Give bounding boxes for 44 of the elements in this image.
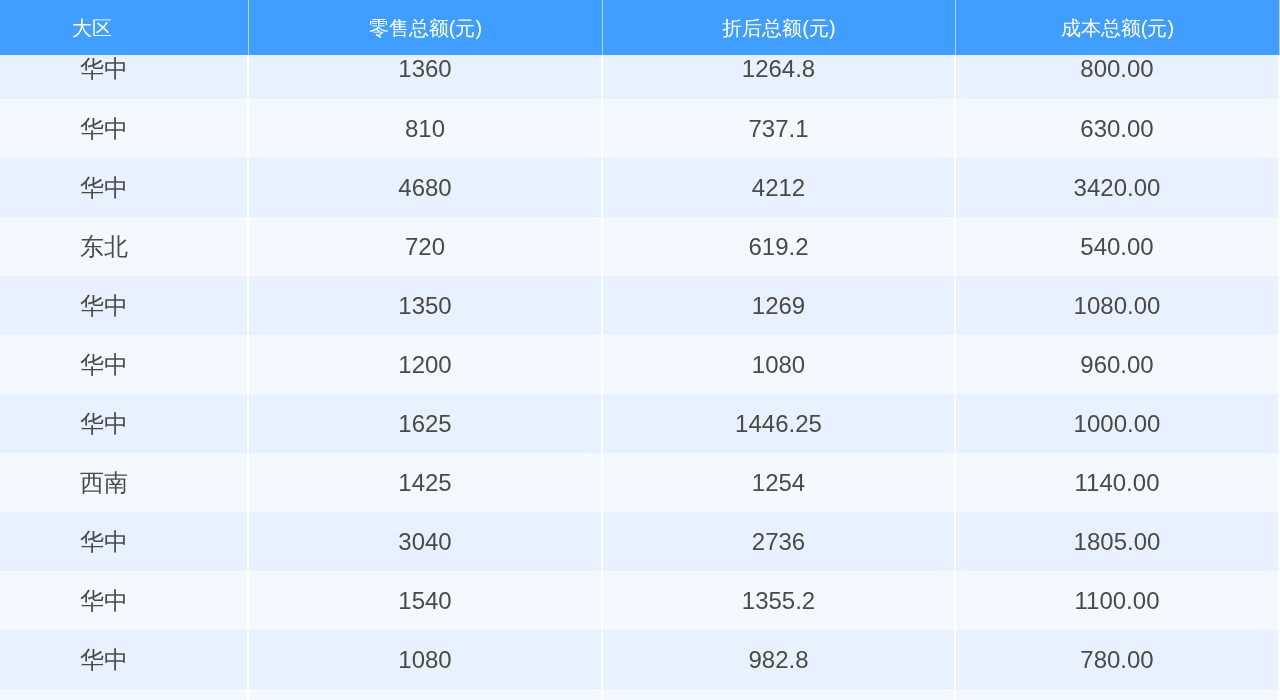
table-cell: 1805.00 <box>1073 527 1161 556</box>
table-cell: 1264.8 <box>741 55 816 83</box>
table-cell: 1446.25 <box>735 409 822 438</box>
table-cell: 2736 <box>751 527 806 556</box>
table-cell: 982.8 <box>748 645 809 674</box>
table-cell: 3420.00 <box>1073 173 1161 202</box>
table-cell: 800.00 <box>1080 55 1154 83</box>
table-cell: 华中 <box>80 173 128 202</box>
table-cell: 华中 <box>80 527 128 556</box>
table-cell: 华中 <box>80 645 128 674</box>
table-cell: 华中 <box>80 350 128 379</box>
table-cell: 4680 <box>398 173 452 202</box>
table-cell: 1080 <box>398 645 452 674</box>
table-cell: 1360 <box>398 55 452 83</box>
table-cell: 华中 <box>80 291 128 320</box>
table-cell: 1625 <box>398 409 452 438</box>
table-cell: 540.00 <box>1080 232 1154 261</box>
table-cell: 720 <box>404 232 445 261</box>
table-cell: 华中 <box>80 114 128 143</box>
table-cell: 630.00 <box>1080 114 1154 143</box>
table-cell: 1254 <box>751 468 806 497</box>
table-cell: 4212 <box>751 173 806 202</box>
table-cell: 1269 <box>751 291 806 320</box>
table-cell: 东北 <box>80 232 128 261</box>
table-cell: 1000.00 <box>1073 409 1161 438</box>
table-cell: 619.2 <box>748 232 809 261</box>
table-cell: 华中 <box>80 409 128 438</box>
table-cell: 810 <box>404 114 445 143</box>
table-cell: 华中 <box>80 586 128 615</box>
table-cell: 华中 <box>80 55 128 83</box>
table-cell: 737.1 <box>748 114 809 143</box>
table-cell: 1425 <box>398 468 452 497</box>
table-cell: 1355.2 <box>741 586 816 615</box>
table-cell: 1350 <box>398 291 452 320</box>
table-cell: 1540 <box>398 586 452 615</box>
table-cell: 1080.00 <box>1073 291 1161 320</box>
table-cell: 西南 <box>80 468 128 497</box>
table-cell: 3040 <box>398 527 452 556</box>
table-cell: 1100.00 <box>1074 586 1160 615</box>
table-cell: 780.00 <box>1080 645 1154 674</box>
table-cell: 1200 <box>398 350 452 379</box>
table-cell: 1080 <box>751 350 806 379</box>
table-cell: 1140.00 <box>1074 468 1160 497</box>
table-cell: 960.00 <box>1080 350 1154 379</box>
